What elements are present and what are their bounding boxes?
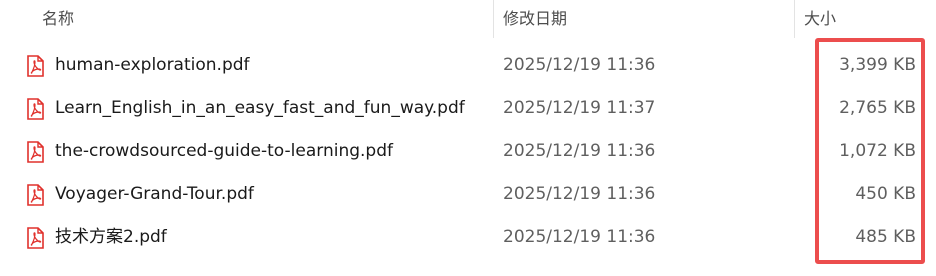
file-name: Voyager-Grand-Tour.pdf: [55, 184, 254, 204]
file-modified: 2025/12/19 11:37: [503, 98, 656, 118]
size-column-highlight: [815, 38, 925, 264]
pdf-icon: [27, 98, 44, 120]
column-divider[interactable]: [493, 0, 494, 38]
file-modified: 2025/12/19 11:36: [503, 227, 656, 247]
file-row[interactable]: Learn_English_in_an_easy_fast_and_fun_wa…: [0, 87, 936, 130]
file-modified: 2025/12/19 11:36: [503, 184, 656, 204]
pdf-icon: [27, 227, 44, 249]
file-name: human-exploration.pdf: [55, 55, 250, 75]
file-modified: 2025/12/19 11:36: [503, 55, 656, 75]
file-name: 技术方案2.pdf: [55, 227, 167, 247]
column-divider[interactable]: [794, 0, 795, 38]
file-row[interactable]: the-crowdsourced-guide-to-learning.pdf 2…: [0, 130, 936, 173]
file-rows: human-exploration.pdf 2025/12/19 11:36 3…: [0, 44, 936, 259]
column-header-bar: 名称 修改日期 大小: [0, 0, 936, 38]
pdf-icon: [27, 55, 44, 77]
pdf-icon: [27, 184, 44, 206]
file-row[interactable]: Voyager-Grand-Tour.pdf 2025/12/19 11:36 …: [0, 173, 936, 216]
column-header-modified[interactable]: 修改日期: [503, 0, 783, 38]
column-header-name[interactable]: 名称: [42, 0, 482, 38]
file-row[interactable]: human-exploration.pdf 2025/12/19 11:36 3…: [0, 44, 936, 87]
file-name: the-crowdsourced-guide-to-learning.pdf: [55, 141, 393, 161]
pdf-icon: [27, 141, 44, 163]
file-row[interactable]: 技术方案2.pdf 2025/12/19 11:36 485 KB: [0, 216, 936, 259]
file-modified: 2025/12/19 11:36: [503, 141, 656, 161]
file-name: Learn_English_in_an_easy_fast_and_fun_wa…: [55, 98, 465, 118]
file-list: 名称 修改日期 大小 human-exploration.pdf 2025/12…: [0, 0, 936, 276]
column-header-size[interactable]: 大小: [804, 0, 914, 38]
